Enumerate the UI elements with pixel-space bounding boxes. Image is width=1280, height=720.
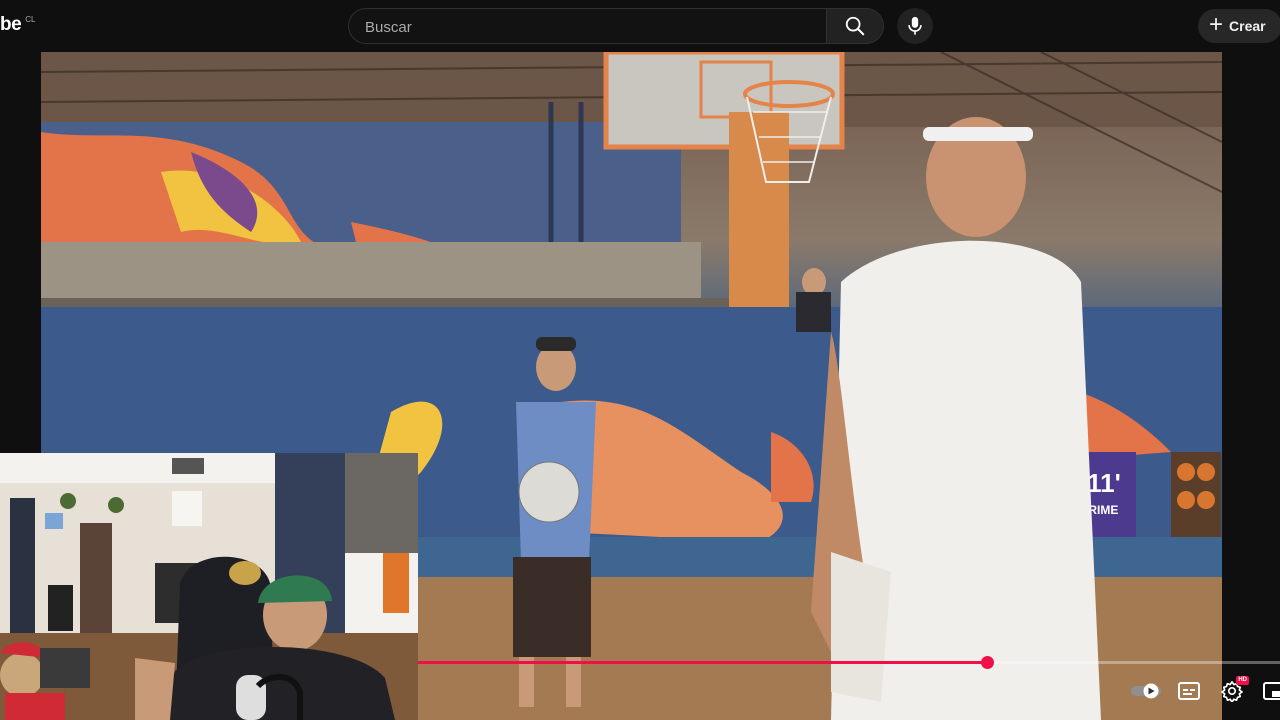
miniplayer-icon: [1263, 682, 1280, 700]
settings-button[interactable]: HD: [1219, 676, 1249, 704]
subtitles-button[interactable]: [1176, 678, 1202, 704]
create-button[interactable]: + Crear: [1198, 9, 1280, 43]
search-icon: [845, 16, 865, 36]
search-input[interactable]: [363, 9, 817, 45]
create-label: Crear: [1229, 18, 1266, 34]
search-bar: [348, 8, 884, 45]
plus-icon: +: [1209, 11, 1224, 38]
youtube-logo[interactable]: be CL: [0, 14, 35, 36]
country-code: CL: [25, 15, 36, 24]
hd-badge: HD: [1236, 676, 1249, 685]
webcam-frame: [0, 453, 418, 720]
voice-search-button[interactable]: [897, 8, 933, 44]
search-button[interactable]: [826, 8, 884, 44]
progress-bar[interactable]: [418, 656, 1280, 669]
webcam-overlay: [0, 453, 418, 720]
miniplayer-button[interactable]: [1260, 678, 1280, 704]
scrubber-handle[interactable]: [980, 656, 994, 669]
autoplay-toggle-icon: [1131, 683, 1161, 699]
logo-text: be: [0, 14, 22, 35]
top-bar: beCL + Crear: [0, 0, 1280, 52]
mic-icon: [908, 16, 922, 35]
subtitles-icon: [1178, 682, 1200, 700]
search-field-wrapper: [348, 8, 827, 45]
autoplay-toggle[interactable]: [1130, 678, 1162, 704]
progress-fill: [418, 661, 987, 664]
